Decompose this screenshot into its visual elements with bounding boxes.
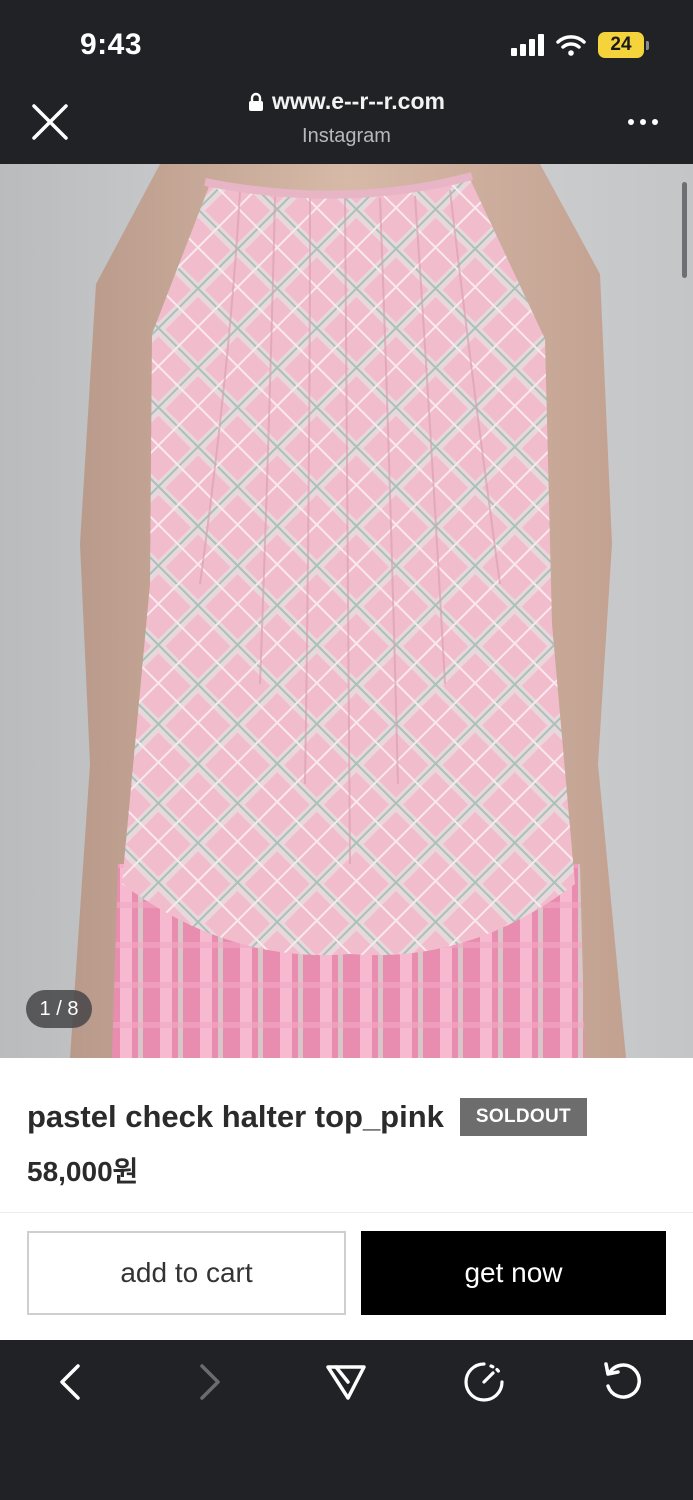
forward-icon: [200, 1364, 220, 1400]
share-icon: [326, 1365, 366, 1400]
back-button[interactable]: [46, 1358, 94, 1406]
more-options-icon[interactable]: [627, 116, 659, 128]
product-photo: [0, 164, 693, 1058]
speed-button[interactable]: [460, 1358, 508, 1406]
image-pager: 1 / 8: [26, 990, 92, 1028]
add-to-cart-button[interactable]: add to cart: [27, 1231, 346, 1315]
address-bar[interactable]: www.e--r--r.com Instagram: [0, 88, 693, 148]
refresh-icon: [604, 1362, 641, 1399]
speed-icon: [464, 1362, 504, 1402]
lock-icon: [249, 92, 264, 111]
wifi-icon: [556, 35, 586, 56]
product-price: 58,000원: [27, 1156, 139, 1187]
battery-level: 24: [598, 32, 644, 58]
get-now-button[interactable]: get now: [361, 1231, 666, 1315]
source-app: Instagram: [302, 124, 391, 147]
forward-button[interactable]: [186, 1358, 234, 1406]
page-url: www.e--r--r.com: [272, 88, 445, 114]
status-badge: SOLDOUT: [459, 1098, 587, 1136]
share-button[interactable]: [322, 1358, 370, 1406]
status-time: 9:43: [80, 28, 143, 61]
product-info: pastel check halter top_pink SOLDOUT 58,…: [0, 1058, 693, 1212]
refresh-button[interactable]: [598, 1358, 646, 1406]
back-icon: [60, 1364, 80, 1400]
scrollbar[interactable]: [682, 182, 687, 278]
cta-bar: add to cart get now: [0, 1212, 693, 1340]
battery-icon: 24: [598, 32, 649, 58]
status-bar: 9:43 24: [0, 0, 693, 80]
product-image[interactable]: 1 / 8: [0, 164, 693, 1058]
product-title: pastel check halter top_pink: [27, 1099, 444, 1134]
browser-header: www.e--r--r.com Instagram: [0, 80, 693, 164]
browser-toolbar: [0, 1340, 693, 1500]
title-row: pastel check halter top_pink SOLDOUT: [27, 1098, 587, 1136]
status-icons: 24: [511, 32, 649, 58]
signal-icon: [511, 34, 544, 56]
